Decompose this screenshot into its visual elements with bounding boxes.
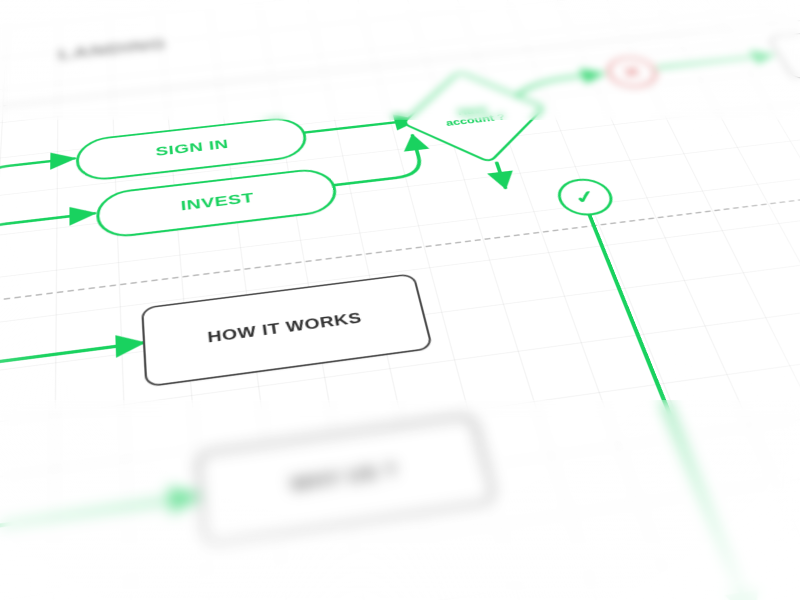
node-label: SIGN IN [155, 137, 229, 159]
node-label: INVEST [180, 190, 255, 214]
flowchart-canvas: LANDING STEP 2 · REGISTRATION [0, 0, 800, 600]
check-icon: ✓ [571, 186, 600, 209]
node-label: HOW IT WORKS [207, 310, 363, 347]
x-icon: ✕ [619, 63, 645, 81]
node-label: WHY US ? [289, 460, 400, 496]
